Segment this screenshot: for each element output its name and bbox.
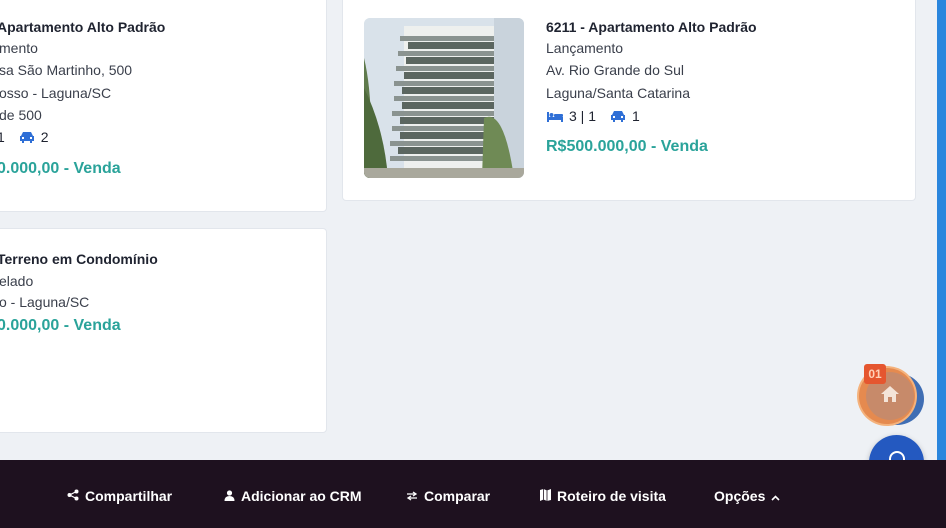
share-button[interactable]: Compartilhar [67, 488, 172, 504]
listing-beds: 1 [0, 129, 5, 145]
listing-title[interactable]: Apartamento Alto Padrão [0, 18, 165, 36]
car-icon [609, 109, 627, 123]
visit-route-button[interactable]: Roteiro de visita [540, 488, 666, 504]
listing-district: o - Laguna/SC [0, 294, 90, 310]
listing-status: Lançamento [546, 40, 624, 56]
listing-parking: 2 [40, 129, 49, 145]
scrollbar-accent [937, 0, 946, 460]
share-label: Compartilhar [85, 488, 173, 504]
compare-label: Comparar [424, 488, 491, 504]
listing-features: 3 | 1 1 [546, 108, 640, 124]
listing-photo[interactable] [364, 18, 524, 178]
compare-icon [406, 488, 418, 504]
chevron-up-icon [771, 488, 780, 504]
listing-district: osso - Laguna/SC [0, 85, 112, 101]
listing-features: 1 2 [0, 129, 49, 145]
compare-button[interactable]: Comparar [406, 488, 490, 504]
listing-price: 0.000,00 - Venda [0, 317, 121, 334]
user-icon [224, 488, 235, 504]
map-icon [540, 488, 551, 504]
listing-title[interactable]: Terreno em Condomínio [0, 250, 158, 268]
listing-address: sa São Martinho, 500 [0, 62, 133, 78]
notification-badge: 01 [864, 364, 886, 384]
home-icon [879, 384, 901, 409]
listing-status: elado [0, 273, 34, 289]
listing-price: R$500.000,00 - Venda [546, 138, 708, 155]
crm-label: Adicionar ao CRM [241, 488, 362, 504]
listing-beds: 3 | 1 [569, 108, 596, 124]
add-to-crm-button[interactable]: Adicionar ao CRM [224, 488, 362, 504]
listing-address: Av. Rio Grande do Sul [546, 62, 685, 78]
listing-title[interactable]: 6211 - Apartamento Alto Padrão [546, 18, 757, 36]
options-button[interactable]: Opções [714, 488, 780, 504]
bottom-action-bar: Compartilhar Adicionar ao CRM Comparar R… [0, 460, 946, 528]
listing-parking: 1 [632, 108, 640, 124]
listing-extra: de 500 [0, 107, 42, 123]
listing-price: 0.000,00 - Venda [0, 160, 121, 177]
listing-status: mento [0, 40, 38, 56]
bed-icon [546, 109, 564, 123]
listing-city: Laguna/Santa Catarina [546, 85, 690, 101]
share-icon [67, 488, 79, 504]
car-icon [18, 130, 36, 144]
route-label: Roteiro de visita [557, 488, 666, 504]
options-label: Opções [714, 488, 766, 504]
